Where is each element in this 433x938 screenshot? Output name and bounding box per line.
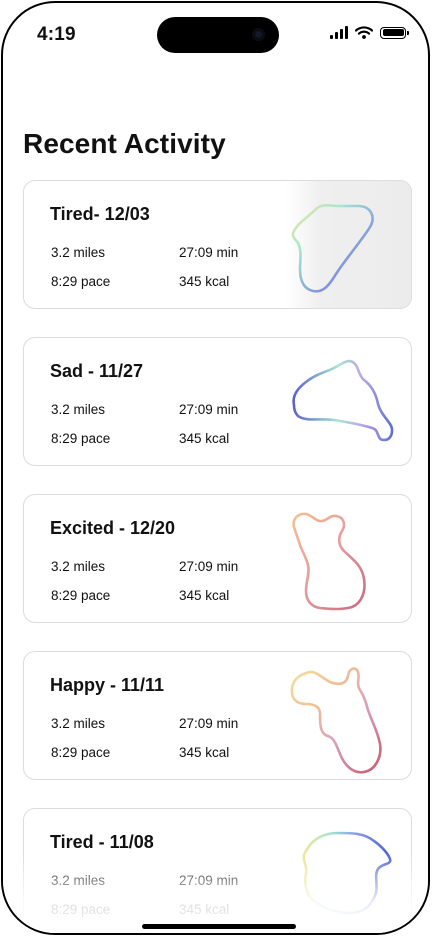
activity-card[interactable]: Sad - 11/27 3.2 miles 27:09 min 8:29 pac… [23, 337, 412, 466]
wifi-icon [355, 26, 373, 39]
activity-calories: 345 kcal [179, 745, 230, 760]
route-path-icon [292, 512, 366, 611]
status-icons [330, 26, 409, 39]
activity-duration: 27:09 min [179, 559, 239, 574]
route-path-icon [292, 359, 394, 442]
route-map [286, 338, 411, 465]
activity-title: Excited - 12/20 [50, 518, 176, 538]
status-bar: 4:19 [3, 3, 428, 63]
route-map [286, 495, 411, 622]
activity-distance: 3.2 miles [51, 716, 106, 731]
route-path-icon [291, 203, 374, 293]
activity-title: Happy - 11/11 [50, 675, 165, 695]
activity-title: Tired- 12/03 [50, 204, 150, 224]
activity-distance: 3.2 miles [51, 559, 106, 574]
activity-pace: 8:29 pace [51, 745, 111, 760]
activity-card[interactable]: Tired- 12/03 3.2 miles 27:09 min 8:29 pa… [23, 180, 412, 309]
activity-duration: 27:09 min [179, 245, 239, 260]
route-path-icon [290, 667, 382, 774]
activity-distance: 3.2 miles [51, 873, 106, 888]
activity-calories: 345 kcal [179, 902, 230, 917]
battery-icon [380, 26, 409, 39]
activity-card[interactable]: Excited - 12/20 3.2 miles 27:09 min 8:29… [23, 494, 412, 623]
activity-card[interactable]: Tired - 11/08 3.2 miles 27:09 min 8:29 p… [23, 808, 412, 933]
activity-title: Sad - 11/27 [50, 361, 144, 381]
activity-pace: 8:29 pace [51, 274, 111, 289]
cellular-signal-icon [330, 26, 348, 39]
phone-frame: 4:19 Recent Activity Tired- 12/03 3.2 mi… [1, 1, 430, 935]
activity-duration: 27:09 min [179, 402, 239, 417]
camera-icon [252, 28, 265, 41]
activity-calories: 345 kcal [179, 274, 230, 289]
dynamic-island [157, 17, 279, 53]
home-indicator[interactable] [142, 924, 296, 929]
activity-title: Tired - 11/08 [50, 832, 154, 852]
status-time: 4:19 [37, 24, 76, 45]
activity-card[interactable]: Happy - 11/11 3.2 miles 27:09 min 8:29 p… [23, 651, 412, 780]
route-map [286, 809, 411, 933]
route-path-icon [302, 831, 392, 915]
route-map [286, 652, 411, 779]
activity-list: Tired- 12/03 3.2 miles 27:09 min 8:29 pa… [23, 180, 412, 933]
activity-duration: 27:09 min [179, 873, 239, 888]
activity-distance: 3.2 miles [51, 245, 106, 260]
activity-pace: 8:29 pace [51, 588, 111, 603]
page-title: Recent Activity [23, 128, 226, 159]
activity-calories: 345 kcal [179, 431, 230, 446]
activity-pace: 8:29 pace [51, 431, 111, 446]
activity-duration: 27:09 min [179, 716, 239, 731]
activity-calories: 345 kcal [179, 588, 230, 603]
activity-distance: 3.2 miles [51, 402, 106, 417]
activity-pace: 8:29 pace [51, 902, 111, 917]
route-map [286, 181, 411, 308]
